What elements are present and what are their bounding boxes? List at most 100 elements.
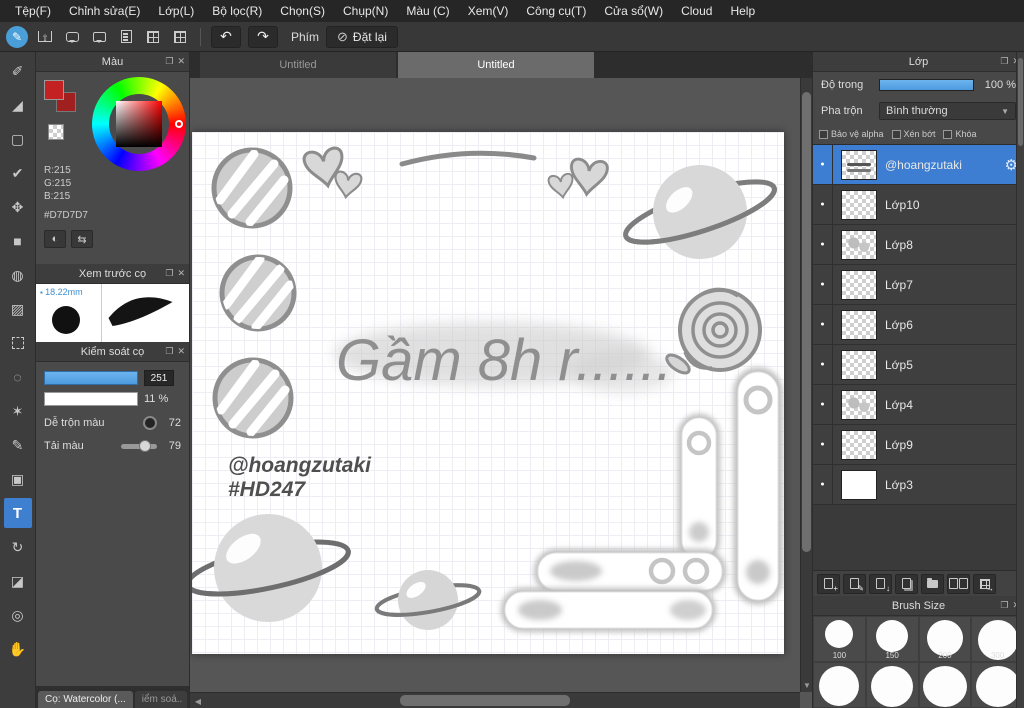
brush-size-option[interactable]	[813, 662, 866, 708]
layer-row[interactable]: ● Lớp5	[813, 345, 1024, 385]
layer-visibility-toggle[interactable]: ●	[813, 465, 833, 504]
cutter-tool-icon[interactable]: ◢	[4, 90, 32, 120]
undo-button[interactable]: ↶	[211, 25, 241, 48]
menu-view[interactable]: Xem(V)	[459, 1, 518, 21]
menu-filter[interactable]: Bộ lọc(R)	[203, 1, 271, 21]
vertical-scrollbar-thumb[interactable]	[802, 92, 811, 552]
hue-marker[interactable]	[175, 120, 183, 128]
color-wheel[interactable]	[92, 77, 186, 171]
canvas-surface[interactable]: Gầm 8h r...... @hoangzutaki #HD247	[192, 132, 784, 654]
layer-visibility-toggle[interactable]: ●	[813, 265, 833, 304]
rotate-tool-icon[interactable]: ↻	[4, 532, 32, 562]
magic-wand-tool-icon[interactable]: ✶	[4, 396, 32, 426]
menu-help[interactable]: Help	[721, 1, 764, 21]
popout-icon[interactable]: ❐	[165, 346, 173, 357]
horizontal-scrollbar-thumb[interactable]	[400, 695, 570, 706]
brush-size-option[interactable]: 150	[865, 616, 919, 662]
layer-visibility-toggle[interactable]: ●	[813, 225, 833, 264]
frame-tool-icon[interactable]: ▢	[4, 124, 32, 154]
check-tool-icon[interactable]: ✔	[4, 158, 32, 188]
clipping-checkbox[interactable]: Xén bớt	[891, 129, 935, 139]
menu-edit[interactable]: Chỉnh sửa(E)	[60, 1, 149, 21]
redo-button[interactable]: ↷	[248, 25, 278, 48]
layer-visibility-toggle[interactable]: ●	[813, 385, 833, 424]
layer-visibility-toggle[interactable]: ●	[813, 305, 833, 344]
close-icon[interactable]: ✕	[177, 346, 185, 357]
move-tool-icon[interactable]: ✥	[4, 192, 32, 222]
swap-colors-button[interactable]: ⇆	[71, 230, 93, 248]
lock-checkbox[interactable]: Khóa	[943, 129, 977, 139]
select-rect-tool-icon[interactable]	[4, 328, 32, 358]
menu-cloud[interactable]: Cloud	[672, 1, 721, 21]
canvas-viewport[interactable]: Gầm 8h r...... @hoangzutaki #HD247	[190, 78, 800, 692]
layer-visibility-toggle[interactable]: ●	[813, 345, 833, 384]
layer-row[interactable]: ● Lớp4	[813, 385, 1024, 425]
edit-document-icon[interactable]	[170, 27, 190, 47]
layer-row[interactable]: ● @hoangzutaki ⚙	[813, 145, 1024, 185]
foreground-color-swatch[interactable]	[44, 80, 64, 100]
popout-icon[interactable]: ❐	[165, 56, 173, 67]
eyedropper-tool-icon[interactable]: ◎	[4, 600, 32, 630]
close-icon[interactable]: ✕	[177, 268, 185, 279]
add-draw-layer-button[interactable]: ✎	[843, 573, 866, 594]
close-icon[interactable]: ✕	[177, 56, 185, 67]
brush-size-input[interactable]: 251	[144, 370, 174, 386]
fill-rect-tool-icon[interactable]: ■	[4, 226, 32, 256]
vertical-scrollbar[interactable]: ▼	[800, 78, 812, 692]
layer-row[interactable]: ● Lớp8	[813, 225, 1024, 265]
popout-icon[interactable]: ❐	[1000, 56, 1008, 67]
layer-row[interactable]: ● Lớp7	[813, 265, 1024, 305]
blend-mode-select[interactable]: Bình thường ▼	[879, 102, 1016, 120]
merge-down-button[interactable]: ↓	[869, 573, 892, 594]
document-icon[interactable]	[116, 27, 136, 47]
brush-opacity-slider[interactable]	[44, 392, 138, 406]
document-tab-2[interactable]: Untitled	[398, 52, 594, 78]
text-tool-icon[interactable]: T	[3, 498, 32, 528]
reset-button[interactable]: ⊘ Đặt lại	[326, 25, 398, 48]
comment-alt-icon[interactable]	[89, 27, 109, 47]
menu-layer[interactable]: Lớp(L)	[149, 1, 203, 21]
grid-document-icon[interactable]	[143, 27, 163, 47]
pen-tool-icon[interactable]: ✐	[4, 56, 32, 86]
popout-icon[interactable]: ❐	[1000, 600, 1008, 611]
scroll-left-icon[interactable]: ◀	[192, 693, 204, 708]
brush-size-option[interactable]	[865, 662, 919, 708]
new-folder-button[interactable]	[921, 573, 944, 594]
layer-visibility-toggle[interactable]: ●	[813, 185, 833, 224]
brush-size-slider[interactable]	[44, 371, 138, 385]
add-layer-button[interactable]: +	[817, 573, 840, 594]
brush-size-option[interactable]: 100	[813, 616, 866, 662]
load-slider[interactable]	[121, 439, 157, 452]
load-slider-knob[interactable]	[139, 439, 151, 452]
brush-size-option[interactable]: 200	[918, 616, 972, 662]
brush-tool-icon[interactable]: ✎	[6, 25, 28, 48]
opacity-slider[interactable]	[879, 79, 974, 91]
layer-visibility-toggle[interactable]: ●	[813, 145, 833, 184]
layer-row[interactable]: ● Lớp10	[813, 185, 1024, 225]
stamp-tool-icon[interactable]: ▣	[4, 464, 32, 494]
gradient-tool-icon[interactable]: ▨	[4, 294, 32, 324]
lasso-tool-icon[interactable]: ◌	[4, 362, 32, 392]
upload-icon[interactable]: ⇧	[35, 27, 55, 47]
layer-row[interactable]: ● Lớp3	[813, 465, 1024, 505]
select-pen-tool-icon[interactable]: ✎	[4, 430, 32, 460]
hand-tool-icon[interactable]: ✋	[4, 634, 32, 664]
menu-select[interactable]: Chọn(S)	[271, 1, 334, 21]
horizontal-scrollbar[interactable]: ◀	[190, 692, 800, 708]
brush-list-tab[interactable]: Cọ: Watercolor (...	[38, 691, 133, 708]
duplicate-layer-button[interactable]	[895, 573, 918, 594]
saturation-value-square[interactable]	[116, 101, 162, 147]
menu-tools[interactable]: Công cụ(T)	[517, 1, 595, 21]
mix-knob[interactable]	[143, 416, 157, 430]
brush-size-option[interactable]	[918, 662, 972, 708]
transfer-layer-button[interactable]: →	[973, 573, 996, 594]
copy-layer-button[interactable]	[947, 573, 970, 594]
panel-scrollbar-thumb[interactable]	[1018, 58, 1023, 146]
eraser-tool-icon[interactable]: ◪	[4, 566, 32, 596]
layer-row[interactable]: ● Lớp6	[813, 305, 1024, 345]
menu-window[interactable]: Cửa sổ(W)	[595, 1, 672, 21]
popout-icon[interactable]: ❐	[165, 268, 173, 279]
menu-file[interactable]: Tệp(F)	[6, 1, 60, 21]
menu-snap[interactable]: Chụp(N)	[334, 1, 397, 21]
layer-row[interactable]: ● Lớp9	[813, 425, 1024, 465]
